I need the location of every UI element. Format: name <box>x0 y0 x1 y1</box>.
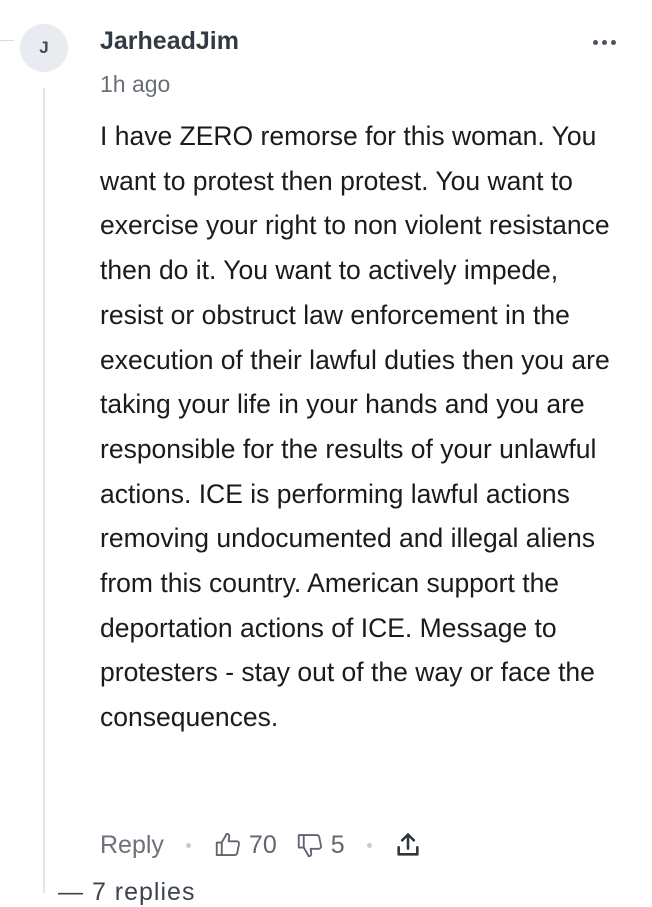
thread-line <box>43 88 45 893</box>
share-icon <box>397 833 419 856</box>
avatar-initial: J <box>39 38 49 57</box>
thumbs-up-icon <box>215 832 240 856</box>
upvote-count: 70 <box>248 830 277 859</box>
timestamp: 1h ago <box>100 71 171 97</box>
separator-dot <box>185 842 191 848</box>
comment-actions: Reply 70 5 <box>100 826 422 864</box>
more-options-button[interactable] <box>593 32 616 52</box>
downvote-button[interactable]: 5 <box>295 830 345 860</box>
username[interactable]: JarheadJim <box>100 27 239 56</box>
more-horizontal-icon <box>593 39 598 45</box>
reply-button[interactable]: Reply <box>100 831 164 860</box>
avatar[interactable]: J <box>20 24 68 72</box>
share-button[interactable] <box>394 831 422 859</box>
thread-connector <box>0 40 14 41</box>
more-horizontal-icon-dot <box>602 39 607 45</box>
comment-body: I have ZERO remorse for this woman. You … <box>100 121 610 733</box>
more-horizontal-icon-dot <box>611 39 616 45</box>
upvote-button[interactable]: 70 <box>213 830 277 860</box>
downvote-count: 5 <box>330 830 345 859</box>
separator-dot <box>366 842 372 848</box>
thumbs-down-icon <box>297 834 322 858</box>
